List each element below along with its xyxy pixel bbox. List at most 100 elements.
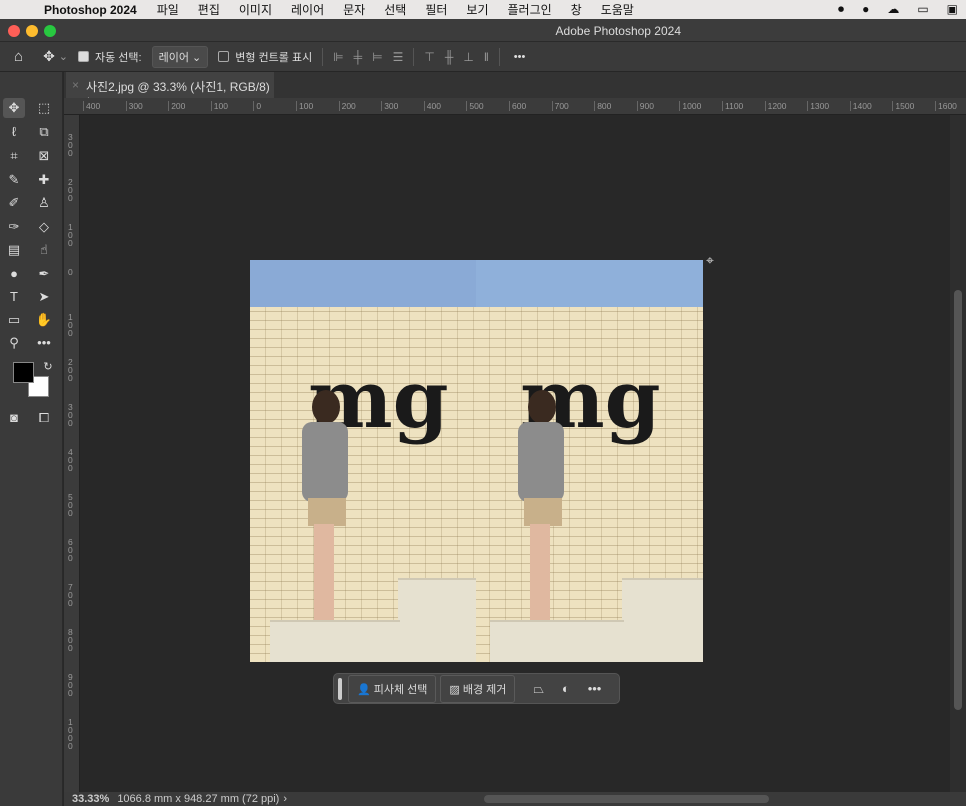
menu-item[interactable]: 편집	[198, 1, 220, 18]
healing-brush-icon[interactable]: ✚	[33, 170, 55, 190]
more-tools-icon[interactable]: •••	[33, 333, 55, 353]
swap-colors-icon[interactable]: ↻	[37, 357, 59, 377]
transform-icon[interactable]: ⏢	[533, 681, 543, 697]
menu-item[interactable]: 보기	[466, 1, 488, 18]
transform-controls-checkbox[interactable]	[218, 51, 230, 62]
crop-tool-icon[interactable]: ⌗	[3, 146, 25, 166]
title-bar: Adobe Photoshop 2024	[0, 19, 966, 42]
rectangle-tool-icon[interactable]: ▭	[3, 310, 25, 330]
eraser-tool-icon[interactable]: ◇	[33, 217, 55, 237]
ruler-label: 700	[551, 101, 569, 111]
quick-mask-icon[interactable]: ◙	[3, 408, 25, 428]
align-left-icon[interactable]: ⊫	[333, 50, 343, 64]
menu-item[interactable]: 선택	[384, 1, 406, 18]
ruler-label: 400	[83, 101, 100, 111]
record-icon[interactable]: ⏺	[838, 2, 844, 17]
align-top-icon[interactable]: ⊤	[424, 50, 434, 64]
zoom-level[interactable]: 33.33%	[72, 793, 109, 805]
marquee-tool-icon[interactable]: ⬚	[33, 98, 55, 118]
eyedropper-tool-icon[interactable]: ✎	[3, 170, 25, 190]
notification-icon[interactable]: ●	[862, 2, 869, 17]
menu-item[interactable]: 플러그인	[508, 1, 552, 18]
screen-mode-icon[interactable]: ⧠	[33, 408, 55, 428]
more-button[interactable]: •••	[588, 681, 602, 696]
distribute-vertical-icon[interactable]: ‖	[484, 50, 489, 64]
creative-cloud-icon[interactable]: ☁	[887, 2, 899, 17]
menu-item[interactable]: 문자	[343, 1, 365, 18]
foreground-color-swatch[interactable]	[13, 362, 34, 383]
menu-app[interactable]: Photoshop 2024	[44, 3, 137, 17]
menu-item[interactable]: 도움말	[601, 1, 634, 18]
align-bottom-icon[interactable]: ⊥	[463, 50, 473, 64]
move-tool-icon[interactable]: ✥	[3, 98, 25, 118]
person	[300, 390, 350, 624]
align-right-icon[interactable]: ⊨	[372, 50, 382, 64]
brush-tool-icon[interactable]: ✐	[3, 193, 25, 213]
history-brush-icon[interactable]: ✑	[3, 217, 25, 237]
close-window-button[interactable]	[8, 25, 20, 37]
auto-select-label: 자동 선택:	[95, 51, 142, 64]
menu-item[interactable]: 필터	[425, 1, 447, 18]
menu-item[interactable]: 이미지	[239, 1, 272, 18]
ruler-label: 1200	[764, 101, 787, 111]
move-cursor-icon: ⌖	[706, 252, 714, 268]
gradient-tool-icon[interactable]: ▤	[3, 240, 25, 260]
vertical-ruler[interactable]: 300 200 100 0 100 200 300 400 500 600 700 800 900 100…	[64, 115, 80, 792]
auto-select-checkbox[interactable]	[78, 51, 90, 62]
contextual-task-bar: 👤 피사체 선택 ▨ 배경 제거 ⏢ ◐ •••	[333, 673, 620, 704]
divider	[322, 47, 324, 66]
ruler-label: 600	[68, 537, 73, 563]
scroll-thumb[interactable]	[954, 290, 962, 710]
drag-handle[interactable]	[338, 677, 342, 700]
ruler-label: 100	[296, 101, 313, 111]
path-selection-icon[interactable]: ➤	[33, 287, 55, 307]
move-tool-icon[interactable]: ✥	[43, 48, 55, 65]
smudge-tool-icon[interactable]: ☝	[33, 240, 55, 260]
ruler-label: 100	[210, 101, 228, 111]
ruler-label: 400	[423, 101, 441, 111]
close-tab-icon[interactable]: ×	[72, 78, 79, 92]
lasso-tool-icon[interactable]: ℓ	[3, 122, 25, 142]
auto-select-dropdown[interactable]: 레이어 ⌄	[151, 45, 209, 68]
minimize-window-button[interactable]	[26, 25, 38, 37]
frame-tool-icon[interactable]: ⊠	[33, 146, 55, 166]
adjustment-icon[interactable]: ◐	[562, 681, 570, 696]
zoom-window-button[interactable]	[44, 25, 56, 37]
display-icon[interactable]: ▭	[917, 2, 928, 17]
align-center-icon[interactable]: ╪	[354, 50, 363, 64]
steps	[622, 578, 703, 662]
stamp-tool-icon[interactable]: ♙	[33, 193, 55, 213]
dropdown-value: 레이어	[158, 51, 189, 64]
horizontal-scroll-thumb[interactable]	[484, 795, 769, 803]
object-selection-tool-icon[interactable]: ⧉	[33, 122, 55, 142]
menu-item[interactable]: 창	[571, 1, 582, 18]
zoom-tool-icon[interactable]: ⚲	[3, 333, 25, 353]
chevron-down-icon[interactable]: ⌄	[59, 50, 68, 63]
steps	[398, 578, 476, 662]
document-image[interactable]: mg mg	[250, 260, 703, 662]
menu-item[interactable]: 레이어	[291, 1, 324, 18]
remove-background-button[interactable]: ▨ 배경 제거	[440, 674, 516, 703]
hand-tool-icon[interactable]: ✋	[33, 310, 55, 330]
distribute-icon[interactable]: ☰	[393, 50, 404, 64]
ruler-label: 400	[68, 447, 73, 473]
dodge-tool-icon[interactable]: ●	[3, 264, 25, 284]
vertical-scrollbar[interactable]	[950, 115, 966, 792]
status-menu-arrow[interactable]: ›	[283, 793, 287, 805]
tab-document[interactable]: × 사진2.jpg @ 33.3% (사진1, RGB/8) *	[66, 72, 274, 109]
steps	[490, 620, 624, 662]
sky	[476, 260, 703, 307]
horizontal-ruler[interactable]: 400 300 200 100 0 100 200 300 400 500 600 700 800 900…	[64, 98, 966, 115]
select-subject-button[interactable]: 👤 피사체 선택	[348, 674, 437, 703]
document-info: 1066.8 mm x 948.27 mm (72 ppi)	[117, 793, 280, 805]
type-tool-icon[interactable]: T	[3, 287, 25, 307]
align-middle-icon[interactable]: ╫	[445, 50, 454, 64]
menu-item[interactable]: 파일	[157, 1, 179, 18]
ruler-label: 200	[338, 101, 356, 111]
home-icon[interactable]: ⌂	[14, 48, 23, 65]
pen-tool-icon[interactable]: ✒	[33, 264, 55, 284]
more-options-button[interactable]: •••	[514, 51, 526, 63]
ruler-label: 500	[466, 101, 484, 111]
window-title: Adobe Photoshop 2024	[555, 24, 681, 38]
control-center-icon[interactable]: ▣	[947, 2, 958, 17]
